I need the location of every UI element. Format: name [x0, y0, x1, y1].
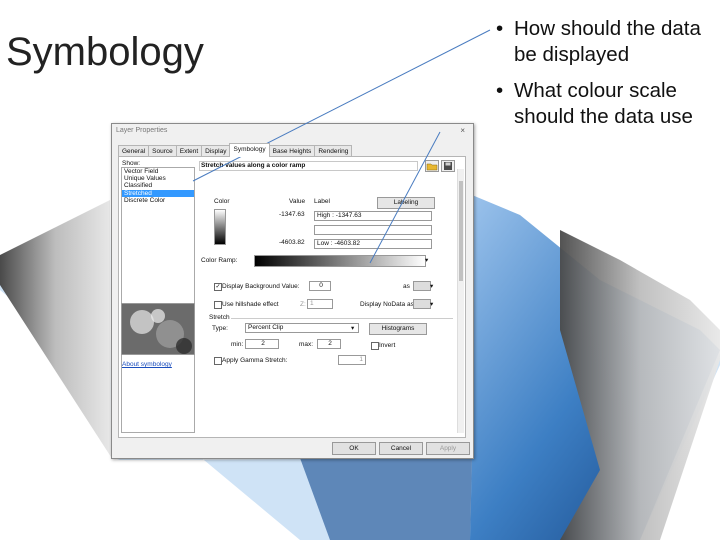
close-icon[interactable]: ×: [460, 126, 465, 135]
invert-checkbox[interactable]: [371, 342, 379, 350]
color-ramp-label: Color Ramp:: [201, 257, 238, 264]
chevron-down-icon[interactable]: ▾: [430, 282, 433, 290]
scrollbar-thumb[interactable]: [459, 181, 463, 281]
tab-bar: General Source Extent Display Symbology …: [118, 143, 353, 157]
hillshade-label: Use hillshade effect: [222, 301, 279, 308]
value-column-header: Value: [289, 198, 306, 205]
dialog-title: Layer Properties: [116, 127, 168, 134]
gamma-value-field[interactable]: 1: [338, 355, 366, 365]
stretch-section-label: Stretch: [209, 314, 230, 321]
chevron-down-icon[interactable]: ▾: [425, 256, 428, 264]
renderer-item-unique-values[interactable]: Unique Values: [122, 175, 194, 182]
section-divider: [231, 318, 453, 319]
z-factor-field[interactable]: 1: [307, 299, 333, 309]
renderer-item-discrete-color[interactable]: Discrete Color: [122, 197, 194, 204]
show-label: Show:: [122, 160, 141, 167]
nodata-color-swatch[interactable]: [413, 299, 431, 309]
low-label-field[interactable]: Low : -4603.82: [314, 239, 432, 249]
slide-title: Symbology: [6, 30, 204, 74]
low-value: -4603.82: [279, 239, 305, 246]
ok-button[interactable]: OK: [332, 442, 376, 455]
bullet-icon: •: [496, 17, 504, 40]
cancel-button[interactable]: Cancel: [379, 442, 423, 455]
open-folder-icon[interactable]: [425, 160, 439, 172]
layer-properties-dialog: Layer Properties × General Source Extent…: [111, 123, 474, 459]
renderer-preview-image: [121, 303, 195, 355]
chevron-down-icon[interactable]: ▾: [430, 300, 433, 308]
renderer-heading: Stretch values along a color ramp: [199, 161, 418, 171]
stretch-type-dropdown[interactable]: Percent Clip: [245, 323, 359, 333]
background-value-field[interactable]: 0: [309, 281, 331, 291]
min-percent-field[interactable]: 2: [245, 339, 279, 349]
z-label: Z:: [300, 301, 306, 308]
max-percent-field[interactable]: 2: [317, 339, 341, 349]
histograms-button[interactable]: Histograms: [369, 323, 427, 335]
panel-scrollbar[interactable]: [457, 169, 464, 433]
bullet-item: • What colour scale should the data use: [492, 78, 718, 130]
labeling-button[interactable]: Labeling: [377, 197, 435, 209]
display-background-label: Display Background Value:: [222, 283, 300, 290]
color-ramp-dropdown[interactable]: [254, 255, 426, 267]
min-label: min:: [231, 341, 244, 348]
bullet-text: What colour scale should the data use: [514, 79, 693, 128]
high-value: -1347.63: [279, 211, 305, 218]
nodata-label: Display NoData as: [360, 301, 414, 308]
about-symbology-link[interactable]: About symbology: [122, 361, 172, 368]
tab-symbology[interactable]: Symbology: [229, 143, 270, 157]
stretch-type-label: Type:: [212, 325, 228, 332]
high-label-field[interactable]: High : -1347.63: [314, 211, 432, 221]
renderer-item-classified[interactable]: Classified: [122, 182, 194, 189]
save-icon[interactable]: [441, 160, 455, 172]
symbology-panel: Show: Vector Field Unique Values Classif…: [118, 156, 466, 438]
bullet-list: • How should the data be displayed • What …: [492, 16, 718, 140]
display-background-checkbox[interactable]: ✓: [214, 283, 222, 291]
color-ramp-swatch[interactable]: [214, 209, 226, 245]
background-color-swatch[interactable]: [413, 281, 431, 291]
max-label: max:: [299, 341, 314, 348]
label-column-header: Label: [314, 198, 330, 205]
renderer-list: Vector Field Unique Values Classified St…: [121, 167, 195, 433]
hillshade-checkbox[interactable]: [214, 301, 222, 309]
chevron-down-icon[interactable]: ▾: [351, 324, 354, 332]
renderer-item-vector-field[interactable]: Vector Field: [122, 168, 194, 175]
bullet-icon: •: [496, 79, 504, 102]
bullet-text: How should the data be displayed: [514, 17, 701, 66]
as-label: as: [403, 283, 410, 290]
apply-button[interactable]: Apply: [426, 442, 470, 455]
color-column-header: Color: [214, 198, 230, 205]
gamma-label: Apply Gamma Stretch:: [222, 357, 288, 364]
mid-label-field[interactable]: [314, 225, 432, 235]
gamma-checkbox[interactable]: [214, 357, 222, 365]
bullet-item: • How should the data be displayed: [492, 16, 718, 68]
renderer-item-stretched[interactable]: Stretched: [122, 189, 194, 197]
invert-label: Invert: [379, 342, 396, 349]
